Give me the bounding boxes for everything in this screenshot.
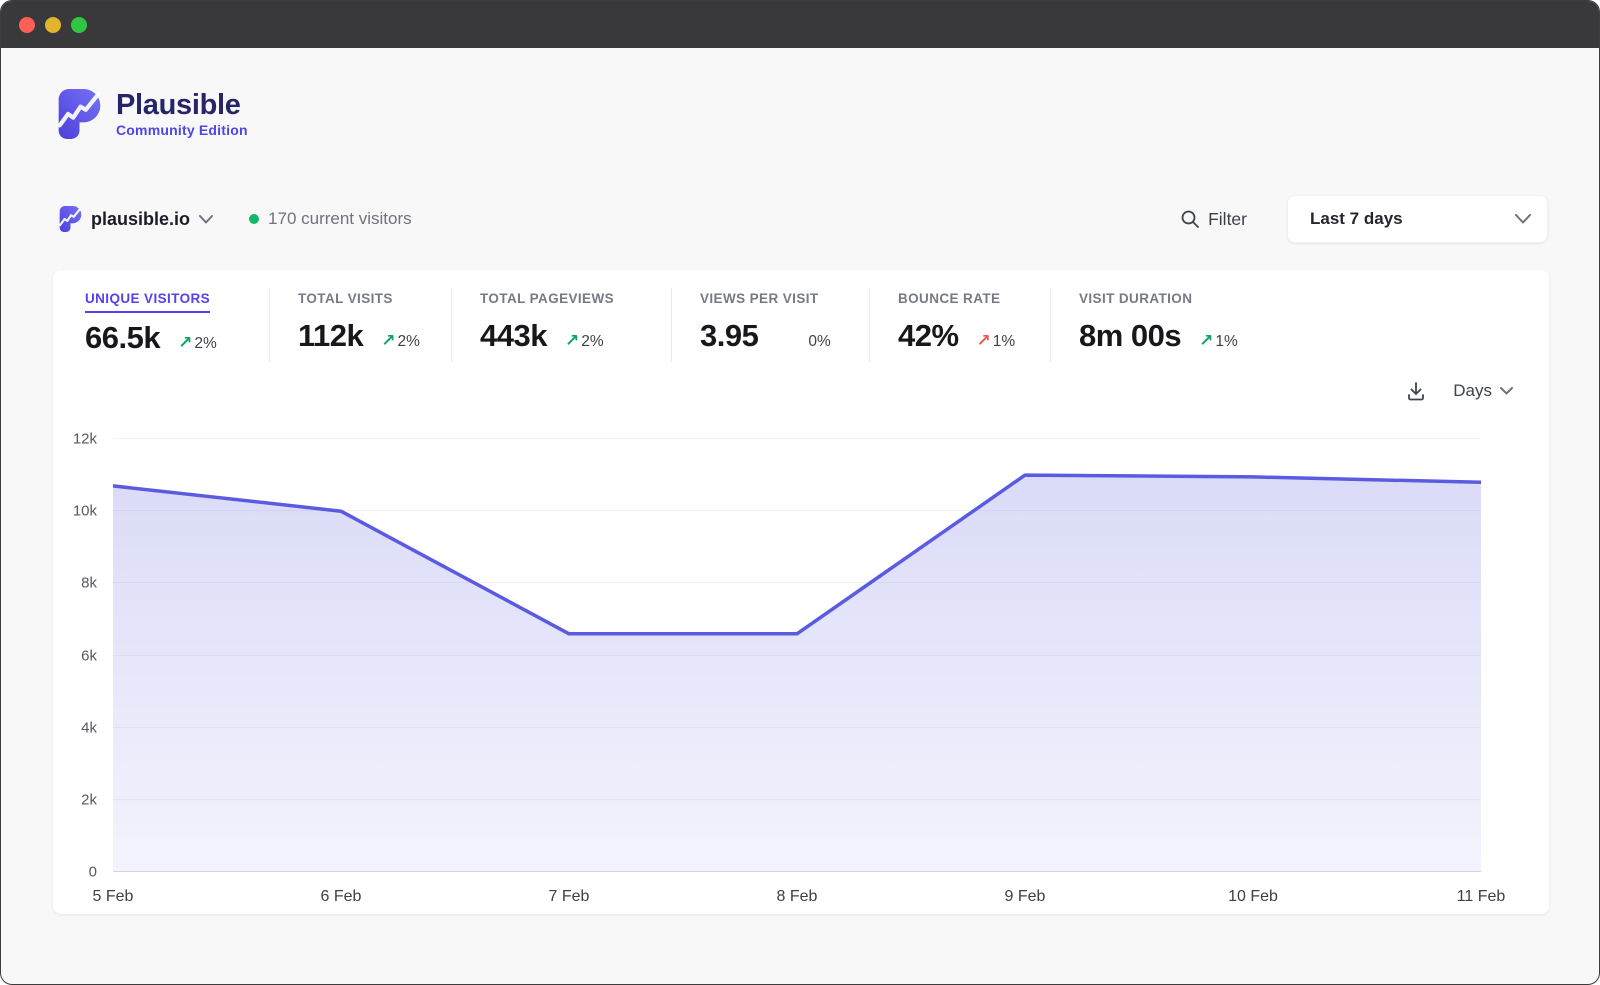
stat-card[interactable]: TOTAL PAGEVIEWS 443k ↗ 2% <box>451 288 671 362</box>
date-range-selector[interactable]: Last 7 days <box>1287 195 1548 243</box>
stat-card[interactable]: VISIT DURATION 8m 00s ↗ 1% <box>1050 288 1517 362</box>
stats-row: UNIQUE VISITORS 66.5k ↗ 2% TOTAL VISITS … <box>53 270 1549 362</box>
trend-arrow-icon: ↗ <box>381 331 395 351</box>
stat-value: 3.95 <box>700 318 758 354</box>
stat-change-percent: 1% <box>1215 333 1237 351</box>
brand-edition: Community Edition <box>116 122 248 138</box>
stat-value-row: 66.5k ↗ 2% <box>85 320 269 356</box>
zoom-window-button[interactable] <box>71 17 87 33</box>
interval-selector[interactable]: Days <box>1453 381 1513 401</box>
brand-text: Plausible Community Edition <box>116 91 248 138</box>
stat-value-row: 112k ↗ 2% <box>298 318 451 354</box>
close-window-button[interactable] <box>19 17 35 33</box>
stat-label[interactable]: UNIQUE VISITORS <box>85 291 210 313</box>
current-visitors[interactable]: 170 current visitors <box>249 209 412 229</box>
app-window: Plausible Community Edition plausible.io… <box>0 0 1600 985</box>
download-icon <box>1405 380 1427 402</box>
live-indicator-dot <box>249 214 259 224</box>
y-axis-tick: 2k <box>81 791 97 808</box>
download-button[interactable] <box>1405 380 1427 402</box>
window-controls <box>19 17 87 33</box>
filter-label: Filter <box>1208 209 1247 230</box>
trend-arrow-icon: ↗ <box>1199 331 1213 351</box>
stat-change: ↗ 0% <box>808 333 830 351</box>
chevron-down-icon <box>1500 387 1513 395</box>
x-axis-tick: 9 Feb <box>1005 888 1046 906</box>
y-axis-tick: 0 <box>89 864 97 881</box>
dashboard-content: Plausible Community Edition plausible.io… <box>1 89 1599 914</box>
stat-value-row: 8m 00s ↗ 1% <box>1079 318 1517 354</box>
plausible-logo-icon <box>57 89 102 139</box>
y-axis-tick: 6k <box>81 647 97 664</box>
stat-change: ↗ 2% <box>565 331 604 351</box>
y-axis-tick: 8k <box>81 575 97 592</box>
stat-change: ↗ 1% <box>1199 331 1238 351</box>
brand-name: Plausible <box>116 91 248 120</box>
stat-change-percent: 1% <box>993 333 1015 351</box>
stat-label[interactable]: TOTAL VISITS <box>298 291 393 311</box>
y-axis-tick: 10k <box>73 503 97 520</box>
stat-change: ↗ 2% <box>178 333 217 353</box>
y-axis-tick: 4k <box>81 719 97 736</box>
minimize-window-button[interactable] <box>45 17 61 33</box>
chevron-down-icon <box>199 215 213 224</box>
chart-plot-area[interactable] <box>113 439 1481 872</box>
chevron-down-icon <box>1515 214 1531 224</box>
stat-card[interactable]: TOTAL VISITS 112k ↗ 2% <box>269 288 451 362</box>
stat-card[interactable]: BOUNCE RATE 42% ↗ 1% <box>869 288 1050 362</box>
stat-change-percent: 2% <box>194 335 216 353</box>
stat-value-row: 443k ↗ 2% <box>480 318 671 354</box>
stat-value: 8m 00s <box>1079 318 1181 354</box>
site-favicon-icon <box>59 206 82 232</box>
y-axis-tick: 12k <box>73 431 97 448</box>
x-axis-tick: 7 Feb <box>549 888 590 906</box>
stat-label[interactable]: VISIT DURATION <box>1079 291 1192 311</box>
stat-value: 66.5k <box>85 320 160 356</box>
stat-value: 443k <box>480 318 547 354</box>
stat-value: 42% <box>898 318 959 354</box>
date-range-value: Last 7 days <box>1310 209 1515 229</box>
topbar: plausible.io 170 current visitors Filter… <box>59 195 1548 243</box>
interval-label: Days <box>1453 381 1492 401</box>
stat-change-percent: 2% <box>398 333 420 351</box>
x-axis-tick: 6 Feb <box>321 888 362 906</box>
trend-arrow-icon: ↗ <box>977 331 991 351</box>
stat-change-percent: 2% <box>581 333 603 351</box>
chart-series-area[interactable] <box>113 439 1481 872</box>
stat-label[interactable]: BOUNCE RATE <box>898 291 1000 311</box>
x-axis: 5 Feb6 Feb7 Feb8 Feb9 Feb10 Feb11 Feb <box>113 878 1481 908</box>
stat-card[interactable]: UNIQUE VISITORS 66.5k ↗ 2% <box>85 288 269 362</box>
brand-header: Plausible Community Edition <box>57 89 1599 139</box>
visitors-chart: 02k4k6k8k10k12k 5 Feb6 Feb7 Feb8 Feb9 Fe… <box>61 439 1481 908</box>
stat-change: ↗ 1% <box>977 331 1016 351</box>
stat-change-percent: 0% <box>808 333 830 351</box>
y-axis: 02k4k6k8k10k12k <box>61 439 97 872</box>
site-domain: plausible.io <box>91 209 190 230</box>
stat-value: 112k <box>298 318 363 354</box>
stat-value-row: 3.95 ↗ 0% <box>700 318 869 354</box>
filter-button[interactable]: Filter <box>1180 209 1247 230</box>
stat-value-row: 42% ↗ 1% <box>898 318 1050 354</box>
stat-change: ↗ 2% <box>381 331 420 351</box>
current-visitors-label: 170 current visitors <box>268 209 412 229</box>
search-icon <box>1180 209 1200 229</box>
analytics-card: UNIQUE VISITORS 66.5k ↗ 2% TOTAL VISITS … <box>53 270 1549 914</box>
x-axis-tick: 8 Feb <box>777 888 818 906</box>
x-axis-tick: 5 Feb <box>93 888 134 906</box>
stat-label[interactable]: TOTAL PAGEVIEWS <box>480 291 614 311</box>
x-axis-tick: 11 Feb <box>1457 888 1506 906</box>
site-picker[interactable]: plausible.io <box>59 206 213 232</box>
x-axis-tick: 10 Feb <box>1228 888 1278 906</box>
stat-label[interactable]: VIEWS PER VISIT <box>700 291 819 311</box>
window-titlebar <box>1 1 1599 48</box>
trend-arrow-icon: ↗ <box>565 331 579 351</box>
trend-arrow-icon: ↗ <box>178 333 192 353</box>
chart-controls: Days <box>53 377 1513 405</box>
stat-card[interactable]: VIEWS PER VISIT 3.95 ↗ 0% <box>671 288 869 362</box>
